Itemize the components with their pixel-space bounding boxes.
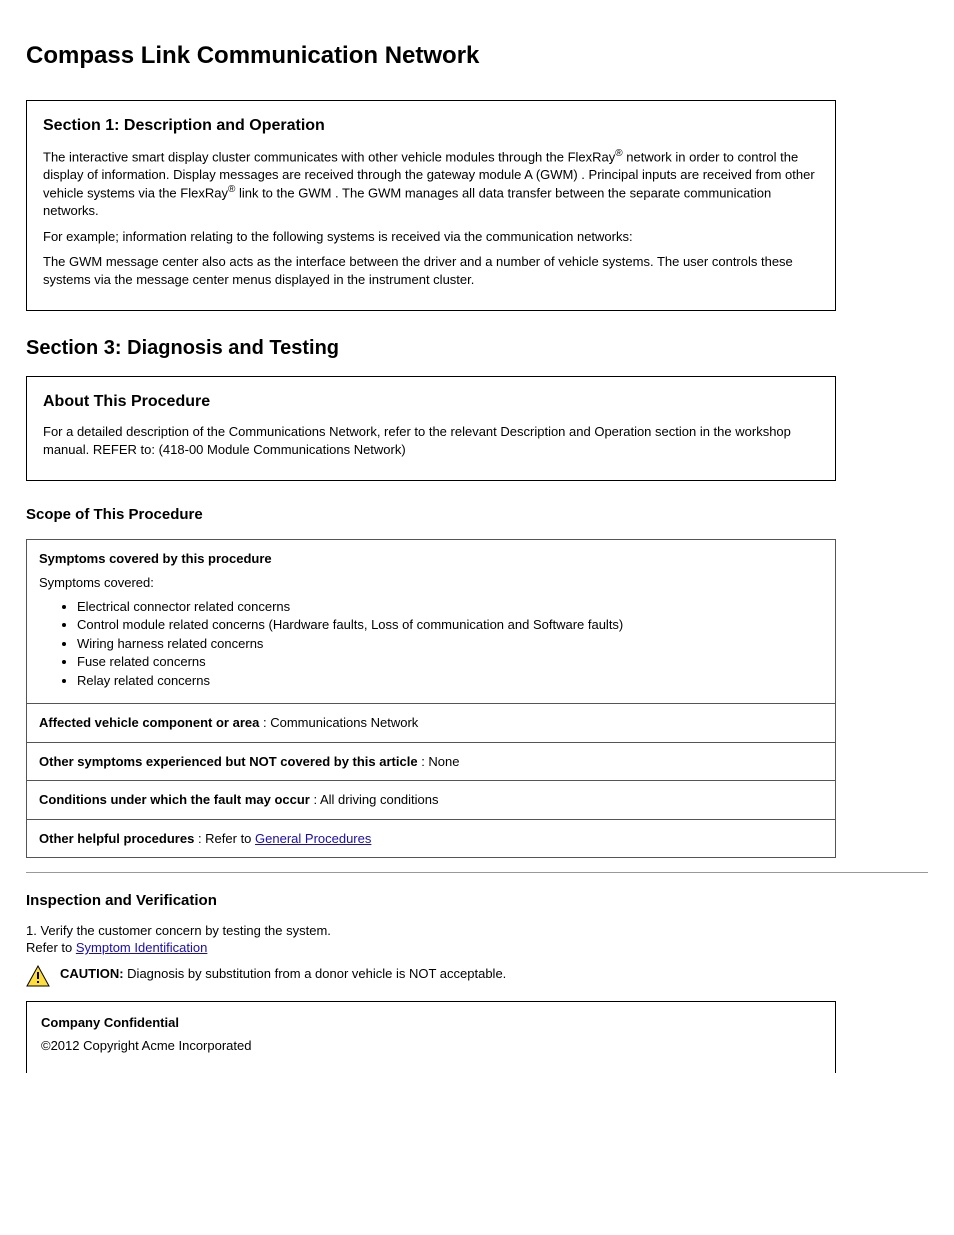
about-procedure-box: About This Procedure For a detailed desc… (26, 376, 836, 481)
symptom-identification-link[interactable]: Symptom Identification (76, 940, 208, 955)
scope-refer-prefix: Refer to (205, 831, 255, 846)
scope-label: Other symptoms experienced but NOT cover… (39, 754, 418, 769)
inspection-step-1: 1. Verify the customer concern by testin… (26, 922, 928, 957)
inspection-heading: Inspection and Verification (26, 891, 928, 911)
scope-row-symptoms: Symptoms covered by this procedure Sympt… (27, 540, 835, 703)
list-item: Wiring harness related concerns (77, 635, 823, 653)
scope-table: Symptoms covered by this procedure Sympt… (26, 539, 836, 858)
scope-label: Other helpful procedures (39, 831, 194, 846)
list-item: Fuse related concerns (77, 653, 823, 671)
divider (26, 872, 928, 873)
warning-icon (26, 965, 50, 987)
copyright-text: ©2012 Copyright Acme Incorporated (41, 1037, 821, 1055)
caution-block: CAUTION: Diagnosis by substitution from … (26, 965, 928, 987)
scope-row-procedures: Other helpful procedures : Refer to Gene… (27, 819, 835, 858)
description-paragraph-1: The interactive smart display cluster co… (43, 147, 819, 220)
scope-label: Affected vehicle component or area (39, 715, 259, 730)
scope-heading: Scope of This Procedure (26, 505, 928, 525)
list-item: Electrical connector related concerns (77, 598, 823, 616)
scope-value: None (428, 754, 459, 769)
page-title: Compass Link Communication Network (26, 40, 928, 72)
caution-text: CAUTION: Diagnosis by substitution from … (60, 965, 506, 983)
list-item: Control module related concerns (Hardwar… (77, 616, 823, 634)
scope-label: Conditions under which the fault may occ… (39, 792, 310, 807)
confidential-text: Company Confidential (41, 1014, 821, 1032)
list-item: Relay related concerns (77, 672, 823, 690)
scope-symptoms-intro: Symptoms covered: (39, 574, 823, 592)
description-paragraph-3: The GWM message center also acts as the … (43, 253, 819, 288)
footer-box: Company Confidential ©2012 Copyright Acm… (26, 1001, 836, 1073)
scope-row-other-symptoms: Other symptoms experienced but NOT cover… (27, 742, 835, 781)
scope-value: All driving conditions (320, 792, 439, 807)
scope-row-affected: Affected vehicle component or area : Com… (27, 703, 835, 742)
about-text: For a detailed description of the Commun… (43, 423, 819, 458)
section-heading-description: Section 1: Description and Operation (43, 115, 819, 137)
registered-icon: ® (615, 148, 622, 159)
scope-label: Symptoms covered by this procedure (39, 550, 823, 568)
description-operation-box: Section 1: Description and Operation The… (26, 100, 836, 311)
scope-row-conditions: Conditions under which the fault may occ… (27, 780, 835, 819)
scope-value: Communications Network (270, 715, 418, 730)
scope-symptoms-list: Electrical connector related concerns Co… (39, 598, 823, 690)
description-paragraph-2: For example; information relating to the… (43, 228, 819, 246)
section-heading-diagnosis: Section 3: Diagnosis and Testing (26, 335, 928, 362)
about-heading: About This Procedure (43, 391, 819, 413)
general-procedures-link[interactable]: General Procedures (255, 831, 371, 846)
